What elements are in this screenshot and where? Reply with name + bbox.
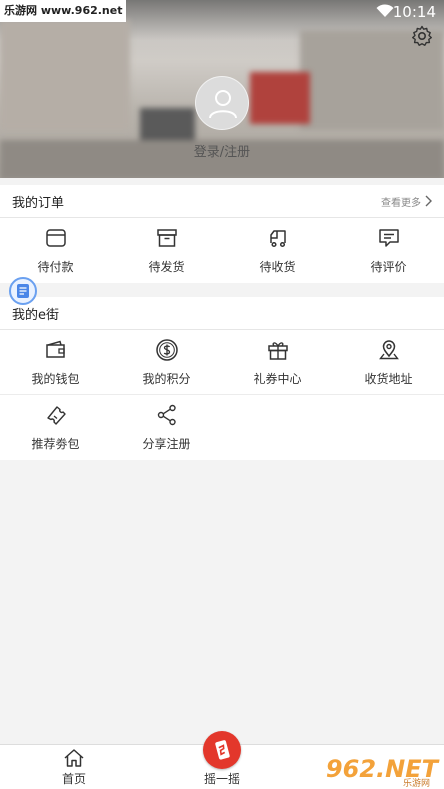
document-icon [17, 284, 29, 298]
watermark-top: 乐游网 www.962.net [0, 0, 127, 22]
order-label: 待付款 [37, 260, 74, 274]
wifi-icon [376, 4, 394, 17]
settings-gear-icon[interactable] [410, 24, 434, 48]
orders-header: 我的订单 查看更多 [0, 185, 444, 218]
location-icon [378, 339, 399, 359]
my-wallet[interactable]: 我的钱包 [0, 330, 111, 394]
bg-building-left [0, 20, 130, 130]
estreet-label: 推荐劵包 [31, 437, 80, 451]
avatar[interactable] [195, 76, 249, 130]
shake-button[interactable] [203, 731, 241, 769]
estreet-row-2: 推荐劵包 分享注册 [0, 395, 444, 460]
recommend-coupons[interactable]: 推荐劵包 [0, 395, 111, 460]
order-label: 待评价 [370, 260, 407, 274]
estreet-section: 我的e街 我的钱包 我的积分 礼券中心 收货地址 推荐劵包 分享注册 [0, 297, 444, 460]
login-register-link[interactable]: 登录/注册 [0, 141, 444, 160]
nav-home-label: 首页 [61, 772, 86, 786]
wallet-icon [45, 340, 65, 358]
coin-icon [155, 338, 178, 361]
estreet-header: 我的e街 [0, 297, 444, 330]
estreet-label: 礼券中心 [253, 371, 302, 386]
orders-title: 我的订单 [12, 195, 65, 211]
my-points[interactable]: 我的积分 [111, 330, 222, 394]
estreet-label: 我的积分 [142, 371, 191, 386]
estreet-row-1: 我的钱包 我的积分 礼券中心 收货地址 [0, 330, 444, 395]
floating-assist-button[interactable] [9, 277, 37, 305]
estreet-title: 我的e街 [12, 307, 59, 323]
orders-row: 待付款 待发货 待收货 待评价 [0, 218, 444, 283]
chevron-right-icon [425, 195, 432, 207]
order-pending-review[interactable]: 待评价 [333, 218, 444, 283]
ticket-icon [46, 406, 66, 425]
wallet-card-icon [45, 229, 66, 247]
status-time: 10:14 [392, 3, 436, 21]
estreet-label: 分享注册 [142, 437, 191, 451]
share-register[interactable]: 分享注册 [111, 395, 222, 460]
order-label: 待发货 [148, 260, 185, 274]
bg-bus [250, 72, 310, 124]
home-icon [64, 749, 84, 767]
coupon-center[interactable]: 礼券中心 [222, 330, 333, 394]
status-bar: 乐游网 www.962.net 10:14 [0, 0, 444, 24]
profile-header: 乐游网 www.962.net 10:14 登录/注册 [0, 0, 444, 178]
view-more-link[interactable]: 查看更多 [381, 194, 432, 209]
orders-section: 我的订单 查看更多 待付款 待发货 待收货 待评价 [0, 185, 444, 283]
watermark-bottom-sub: 乐游网 [402, 779, 430, 789]
nav-shake-label: 摇一摇 [203, 772, 240, 786]
order-pending-shipment[interactable]: 待发货 [111, 218, 222, 283]
gift-icon [267, 341, 288, 360]
order-pending-receipt[interactable]: 待收货 [222, 218, 333, 283]
share-icon [157, 404, 176, 426]
order-pending-payment[interactable]: 待付款 [0, 218, 111, 283]
shake-phone-icon [215, 740, 230, 760]
comment-icon [378, 229, 399, 247]
shipping-address[interactable]: 收货地址 [333, 330, 444, 394]
user-icon [209, 90, 237, 119]
nav-home[interactable]: 首页 [0, 745, 148, 789]
truck-icon [269, 230, 286, 248]
box-icon [156, 229, 177, 247]
estreet-label: 收货地址 [364, 371, 413, 386]
order-label: 待收货 [259, 260, 296, 274]
view-more-label: 查看更多 [381, 197, 421, 209]
estreet-label: 我的钱包 [31, 371, 80, 386]
